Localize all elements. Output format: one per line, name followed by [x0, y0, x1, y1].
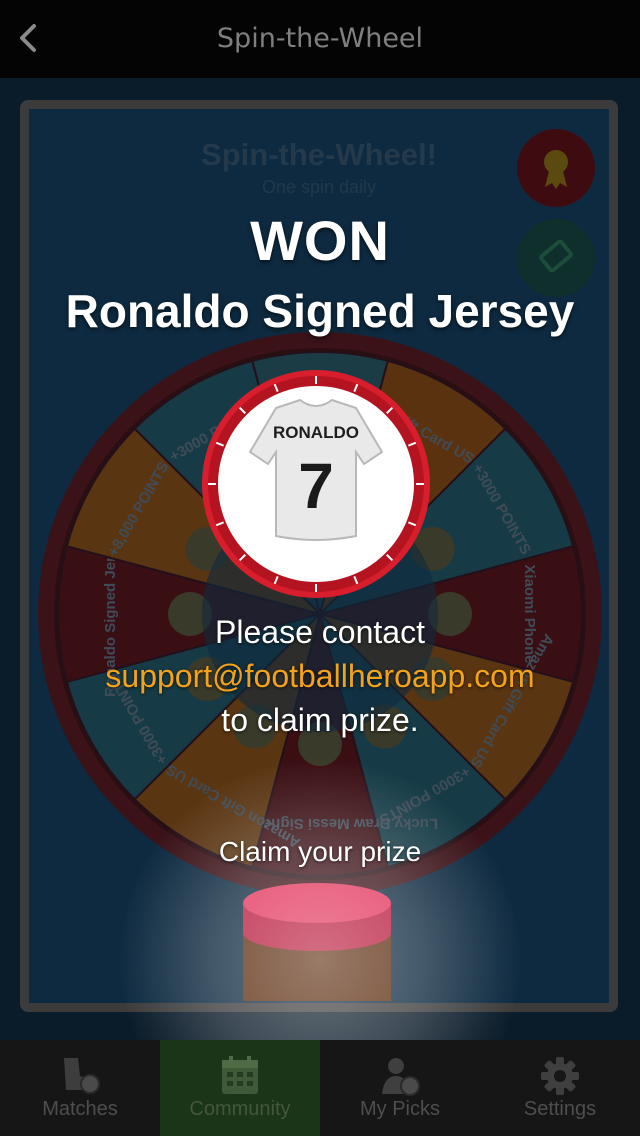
tab-my-picks[interactable]: My Picks — [320, 1040, 480, 1136]
tab-bar: Matches Community My Picks Settings — [0, 1040, 640, 1136]
tab-label-my-picks: My Picks — [360, 1098, 440, 1120]
won-headline: WON — [250, 209, 390, 272]
tab-label-matches: Matches — [42, 1098, 118, 1120]
tab-settings[interactable]: Settings — [480, 1040, 640, 1136]
rewards-button[interactable] — [517, 129, 595, 207]
tab-label-community: Community — [189, 1098, 291, 1120]
tab-matches[interactable]: Matches — [0, 1040, 160, 1136]
gear-icon — [541, 1057, 579, 1095]
contact-line-1: Please contact — [215, 614, 425, 650]
prize-medal: RONALDO 7 — [202, 370, 430, 598]
calendar-icon — [222, 1056, 258, 1094]
tab-label-settings: Settings — [523, 1098, 597, 1120]
boot-ball-icon — [64, 1058, 100, 1094]
contact-line-3: to claim prize. — [221, 702, 419, 738]
nav-title: Spin-the-Wheel — [216, 23, 424, 54]
claim-prize-button[interactable] — [229, 881, 405, 1001]
person-ball-icon — [382, 1058, 420, 1096]
support-email-link[interactable]: support@footballheroapp.com — [0, 658, 640, 695]
tab-community[interactable]: Community — [160, 1040, 320, 1136]
prize-name: Ronaldo Signed Jersey — [65, 285, 575, 337]
jersey-number: 7 — [298, 450, 334, 522]
nav-bar: Spin-the-Wheel — [0, 0, 640, 78]
ribbon-medal-icon — [544, 150, 568, 189]
jersey-name: RONALDO — [273, 423, 359, 442]
claim-label: Claim your prize — [218, 836, 422, 867]
